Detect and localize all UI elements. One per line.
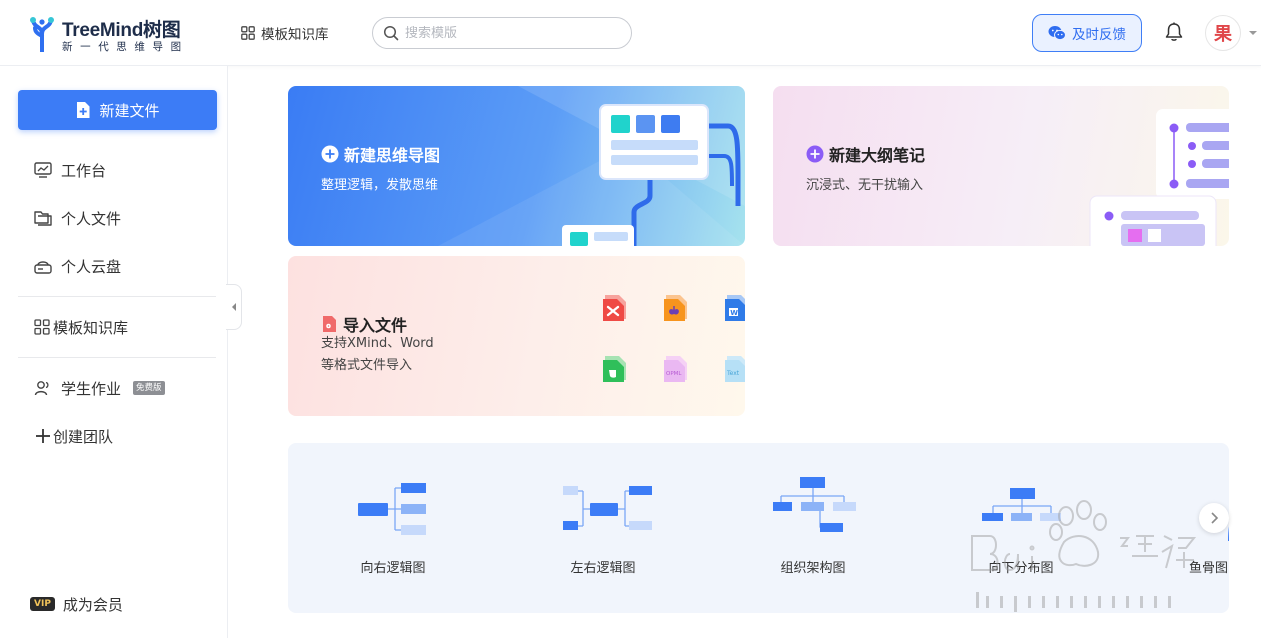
search-box[interactable] [372,17,632,49]
feedback-button[interactable]: 及时反馈 [1032,14,1142,52]
svg-text:W: W [730,309,738,317]
svg-text:Text: Text [726,370,740,377]
sidebar-divider [18,357,216,358]
sidebar-item-personal-files[interactable]: 个人文件 [34,206,121,230]
chevron-down-icon[interactable] [1247,27,1259,39]
sidebar-item-label: 创建团队 [53,427,114,446]
brand-name: TreeMind树图 [62,20,181,41]
opml-file-icon: OPML [664,356,687,382]
grid-icon [241,26,255,40]
search-icon [383,25,399,41]
new-outline-title: 新建大纲笔记 [806,142,925,166]
grid-icon [34,319,50,335]
plus-icon [36,429,50,443]
new-mindmap-title: 新建思维导图 [321,142,440,166]
sidebar-item-workbench[interactable]: 工作台 [34,158,106,182]
import-file-icon [323,316,336,332]
left-right-logic-diagram-icon [563,486,652,530]
cloud-drive-icon [34,261,52,274]
new-file-button[interactable]: 新建文件 [18,90,217,130]
sidebar-item-student-homework[interactable]: 学生作业 免费版 [34,376,165,400]
new-outline-desc: 沉浸式、无干扰输入 [806,178,924,193]
template-label: 左右逻辑图 [570,561,636,576]
vip-badge: VIP [30,597,55,611]
xmind-file-icon [603,295,626,321]
avatar-char: 果 [1214,24,1232,45]
baidu-watermark-logo [971,500,1196,612]
free-version-badge: 免费版 [133,381,165,395]
import-desc-line2: 等格式文件导入 [321,358,413,373]
top-header: TreeMind树图 新一代思维导图 模板知识库 及时反馈 [0,0,1261,66]
chevron-left-icon [231,303,236,311]
sidebar: 新建文件 工作台 个人文件 个人云盘 模板知识库 学生作业 免费版 创建团队 V… [0,66,228,638]
import-file-card[interactable]: 导入文件 支持XMind、Word 等格式文件导入 W OPML Text [288,256,745,416]
new-mindmap-title-text: 新建思维导图 [344,146,441,165]
right-logic-diagram-icon [358,483,426,535]
org-chart-diagram-icon [773,477,856,532]
sidebar-item-label: 个人云盘 [61,257,122,276]
sidebar-divider [18,296,216,297]
plus-circle-icon [321,145,339,163]
text-file-icon: Text [725,356,745,382]
wechat-icon [1048,26,1066,41]
notification-bell-icon[interactable] [1163,21,1185,43]
new-file-icon [77,102,90,118]
sidebar-item-label: 个人文件 [61,209,122,228]
become-member-link[interactable]: VIP 成为会员 [30,592,123,616]
treemind-logo[interactable]: TreeMind树图 新一代思维导图 [28,14,208,54]
student-icon [34,381,49,396]
sidebar-item-template-library[interactable]: 模板知识库 [34,315,128,339]
new-outline-title-text: 新建大纲笔记 [829,146,926,165]
new-outline-card[interactable]: 新建大纲笔记 沉浸式、无干扰输入 [773,86,1229,246]
template-label: 组织架构图 [780,561,846,576]
new-mindmap-card[interactable]: 新建思维导图 整理逻辑，发散思维 [288,86,745,246]
new-file-label: 新建文件 [99,101,160,120]
template-next-button[interactable] [1199,503,1229,533]
outline-illustration [1089,109,1229,246]
search-input[interactable] [405,25,615,41]
word-file-icon: W [725,295,745,321]
membership-label: 成为会员 [62,595,123,614]
new-mindmap-desc: 整理逻辑，发散思维 [321,178,439,193]
tree-logo-icon [30,17,54,52]
sidebar-item-cloud-drive[interactable]: 个人云盘 [34,254,121,278]
dashboard-icon [34,162,52,178]
sidebar-item-create-team[interactable]: 创建团队 [34,424,113,448]
user-avatar[interactable]: 果 [1205,15,1241,51]
mindmanager-file-icon [664,295,687,321]
template-right-logic[interactable]: 向右逻辑图 [323,471,463,581]
evernote-file-icon [603,356,626,382]
plus-circle-icon [806,145,824,163]
import-desc-line1: 支持XMind、Word [321,336,434,351]
mindmap-illustration [438,86,745,246]
feedback-label: 及时反馈 [1072,27,1126,43]
brand-tagline: 新一代思维导图 [62,41,189,53]
folder-icon [34,211,52,226]
sidebar-collapse-handle[interactable] [226,284,242,330]
template-org-chart[interactable]: 组织架构图 [743,471,883,581]
svg-text:OPML: OPML [666,371,682,377]
template-label: 向右逻辑图 [360,561,426,576]
sidebar-item-label: 模板知识库 [53,318,129,337]
sidebar-item-label: 学生作业 [61,379,122,398]
chevron-right-icon [1211,512,1219,524]
nav-template-library-label: 模板知识库 [261,27,329,43]
sidebar-item-label: 工作台 [61,161,107,180]
template-left-right-logic[interactable]: 左右逻辑图 [533,471,673,581]
nav-template-library[interactable]: 模板知识库 [241,22,329,44]
